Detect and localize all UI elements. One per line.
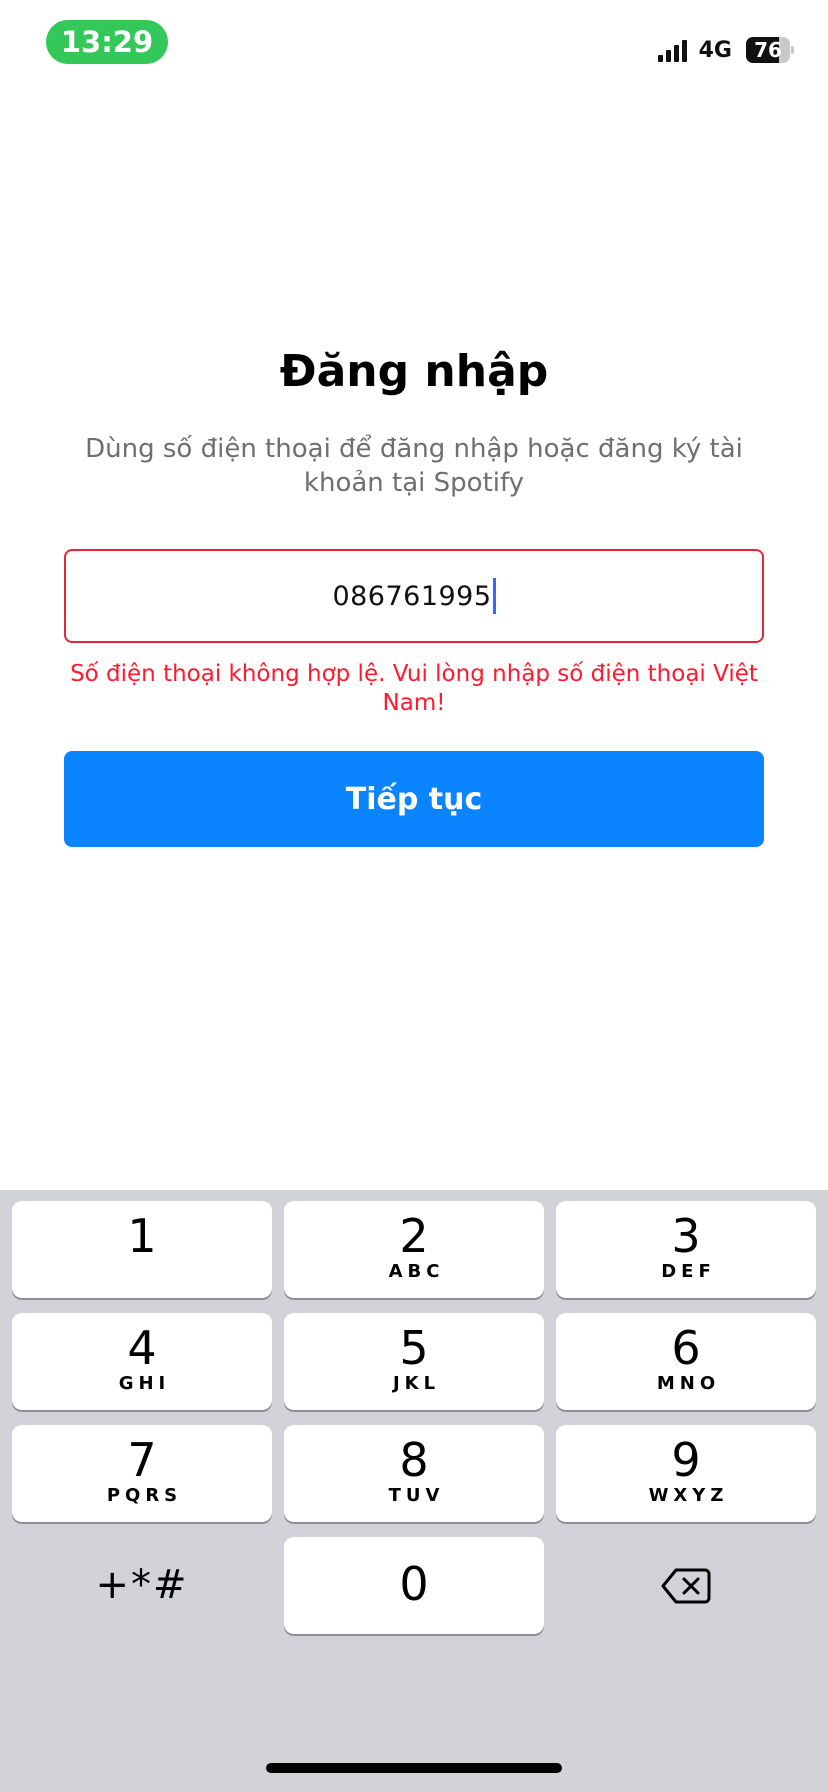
key-digit: 4	[127, 1321, 157, 1375]
backspace-icon	[661, 1568, 711, 1604]
key-8[interactable]: 8 TUV	[284, 1425, 544, 1522]
key-letters: ABC	[388, 1261, 445, 1282]
key-letters: DEF	[661, 1261, 716, 1282]
key-digit: 5	[399, 1321, 429, 1375]
key-5[interactable]: 5 JKL	[284, 1313, 544, 1410]
key-9[interactable]: 9 WXYZ	[556, 1425, 816, 1522]
key-3[interactable]: 3 DEF	[556, 1201, 816, 1298]
key-digit: 1	[127, 1209, 157, 1263]
phone-error-message: Số điện thoại không hợp lệ. Vui lòng nhậ…	[70, 661, 758, 716]
login-screen: 13:29 4G 76 Đăng nhập Dùng số điện thoại…	[0, 0, 828, 1792]
key-4[interactable]: 4 GHI	[12, 1313, 272, 1410]
key-letters: GHI	[118, 1373, 171, 1394]
status-indicators: 4G 76	[657, 34, 794, 66]
key-digit: 3	[671, 1209, 701, 1263]
key-digit: 2	[399, 1209, 429, 1263]
key-6[interactable]: 6 MNO	[556, 1313, 816, 1410]
key-1[interactable]: 1	[12, 1201, 272, 1298]
key-digit: 0	[399, 1557, 429, 1611]
battery-level: 76	[754, 38, 782, 62]
home-indicator[interactable]	[266, 1763, 562, 1773]
phone-number-input[interactable]: 086761995	[64, 549, 764, 643]
battery-icon: 76	[746, 37, 794, 63]
network-type: 4G	[698, 37, 732, 63]
text-cursor	[492, 578, 496, 614]
continue-button[interactable]: Tiếp tục	[64, 751, 764, 847]
status-time: 13:29	[46, 20, 168, 64]
key-letters: MNO	[656, 1373, 721, 1394]
key-2[interactable]: 2 ABC	[284, 1201, 544, 1298]
key-letters: PQRS	[106, 1485, 183, 1506]
key-digit: 8	[399, 1433, 429, 1487]
key-0[interactable]: 0	[284, 1537, 544, 1634]
page-title: Đăng nhập	[279, 346, 549, 397]
numeric-keypad: 1 2 ABC 3 DEF 4 GHI 5 JKL 6 MNO 7 PQRS 8	[0, 1190, 828, 1792]
key-letters: TUV	[388, 1485, 445, 1506]
key-digit: 7	[127, 1433, 157, 1487]
cellular-signal-icon	[657, 38, 687, 62]
key-7[interactable]: 7 PQRS	[12, 1425, 272, 1522]
page-subtitle: Dùng số điện thoại để đăng nhập hoặc đăn…	[85, 434, 743, 498]
key-digit: 9	[671, 1433, 701, 1487]
key-letters: WXYZ	[648, 1485, 729, 1506]
symbols-key[interactable]: +*#	[12, 1537, 272, 1634]
key-letters: JKL	[392, 1373, 441, 1394]
symbols-label: +*#	[95, 1562, 189, 1608]
delete-key[interactable]	[556, 1537, 816, 1634]
key-digit: 6	[671, 1321, 701, 1375]
phone-number-value: 086761995	[332, 580, 492, 612]
